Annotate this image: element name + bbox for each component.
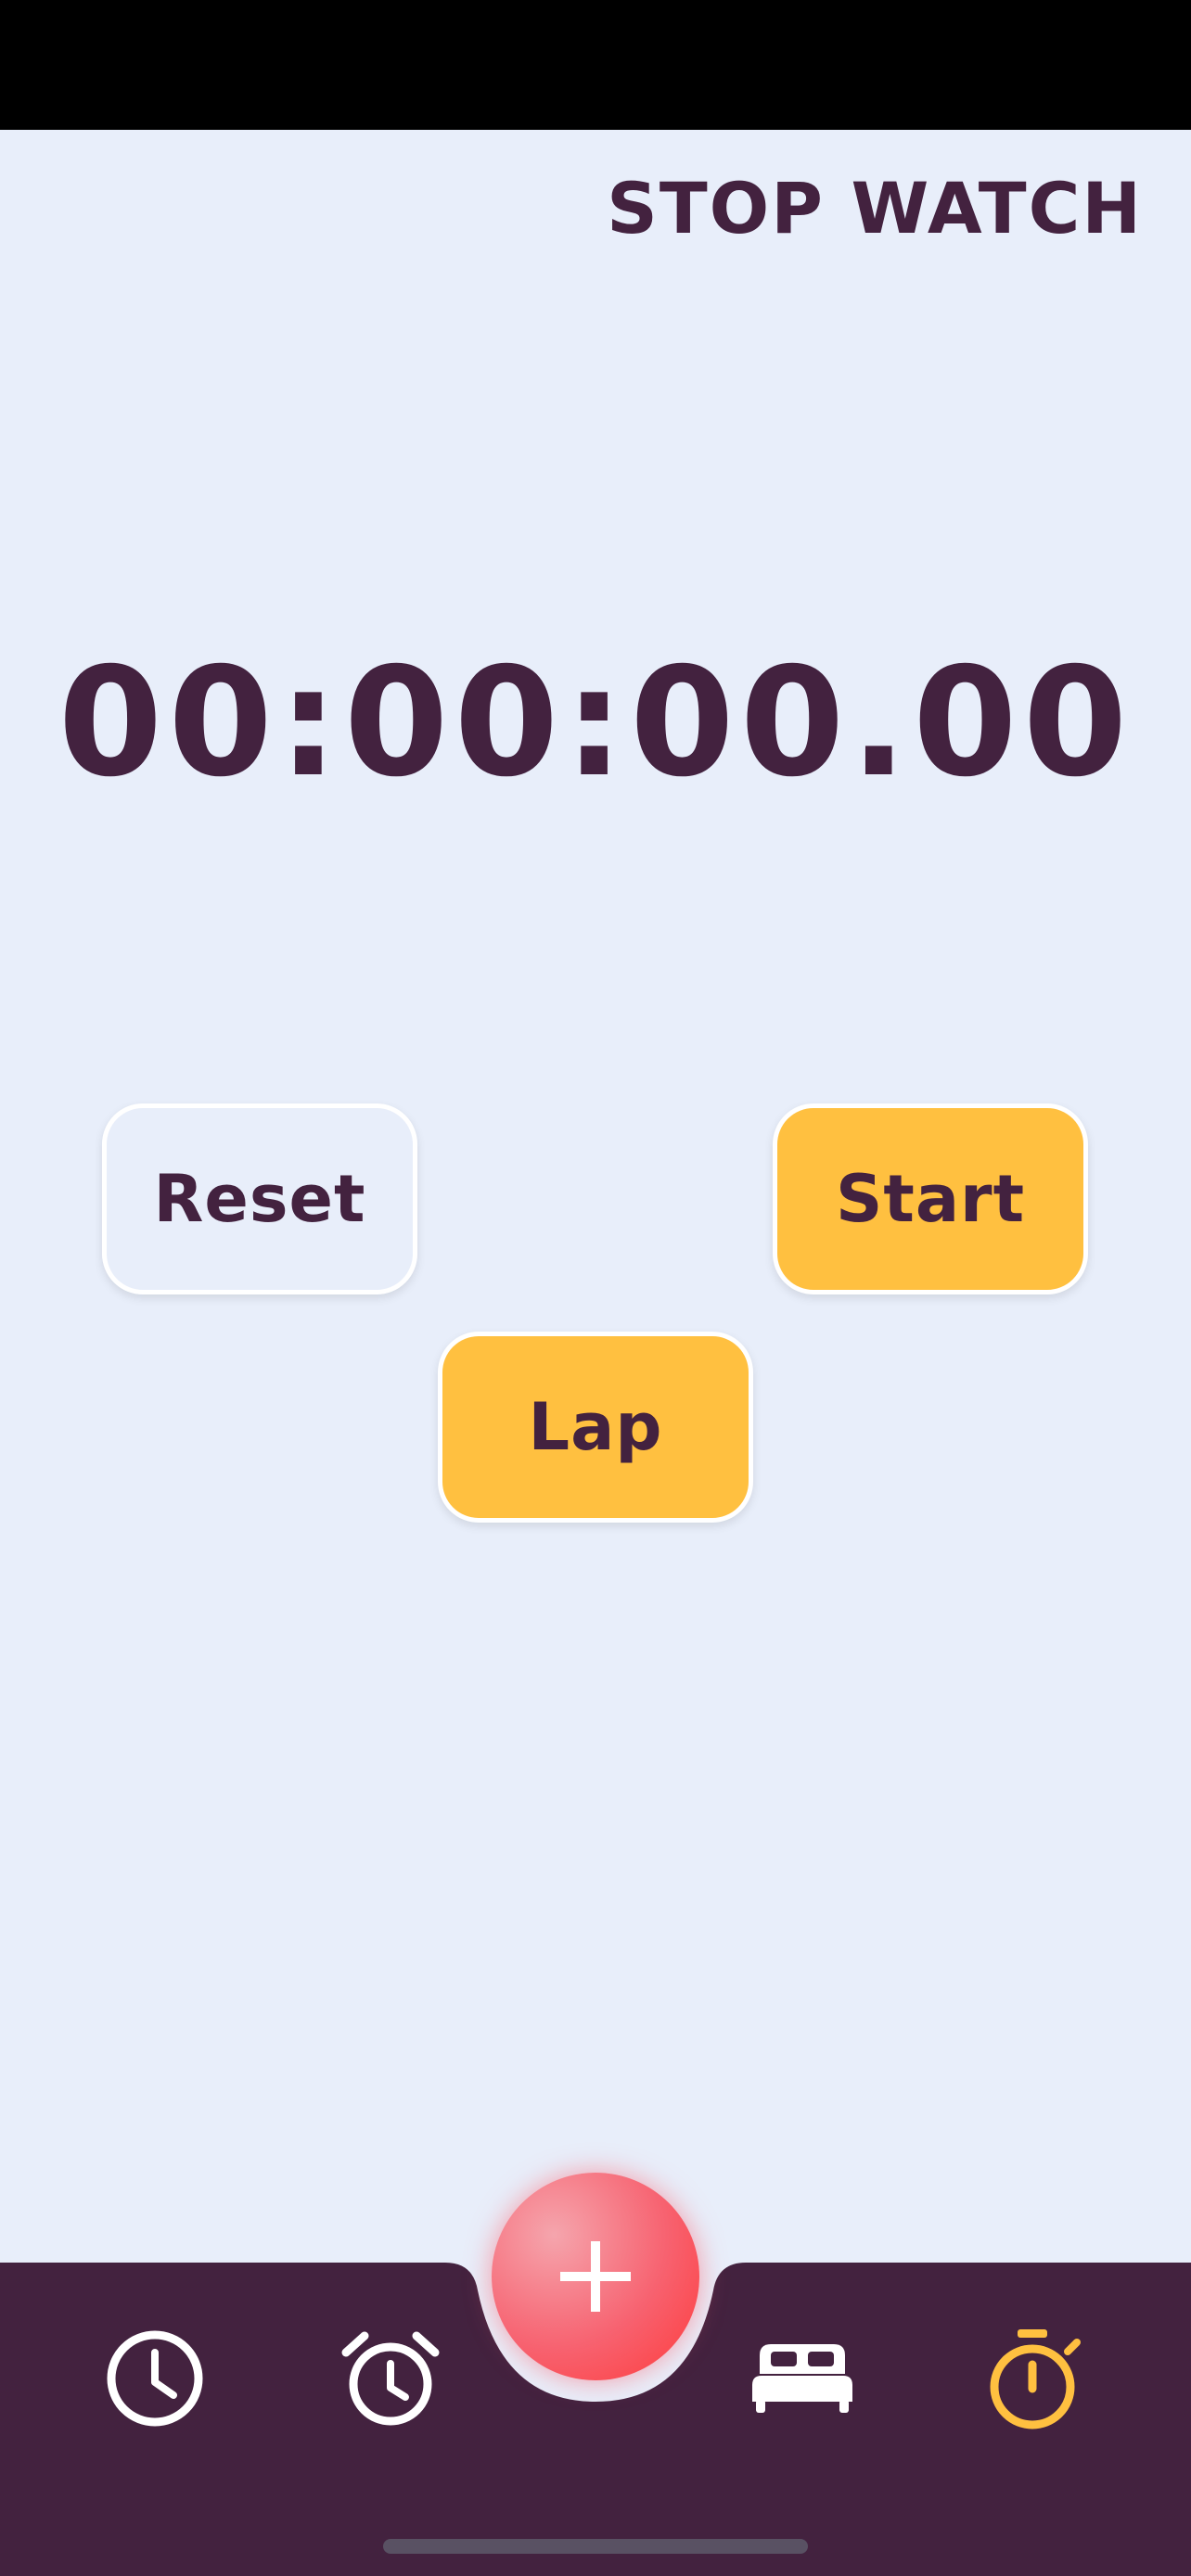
tab-bedtime[interactable] (742, 2318, 863, 2439)
tab-stopwatch[interactable] (976, 2318, 1096, 2439)
plus-icon (560, 2241, 631, 2312)
status-bar (0, 0, 1191, 130)
tab-clock[interactable] (95, 2318, 215, 2439)
reset-button[interactable]: Reset (102, 1103, 417, 1294)
start-button-label: Start (835, 1161, 1026, 1237)
home-indicator (383, 2539, 808, 2554)
stopwatch-screen: STOP WATCH 00:00:00.00 Reset Start Lap (0, 0, 1191, 2576)
bed-icon (752, 2344, 852, 2413)
start-button[interactable]: Start (773, 1103, 1088, 1294)
reset-button-label: Reset (153, 1161, 366, 1237)
tab-alarm[interactable] (330, 2318, 451, 2439)
stopwatch-icon (990, 2329, 1081, 2429)
timer-display: 00:00:00.00 (58, 636, 1133, 810)
clock-icon (107, 2330, 203, 2427)
lap-button[interactable]: Lap (438, 1332, 753, 1523)
add-button[interactable] (492, 2173, 699, 2380)
page-title: STOP WATCH (607, 167, 1143, 249)
lap-button-label: Lap (528, 1389, 663, 1465)
alarm-clock-icon (341, 2331, 440, 2426)
